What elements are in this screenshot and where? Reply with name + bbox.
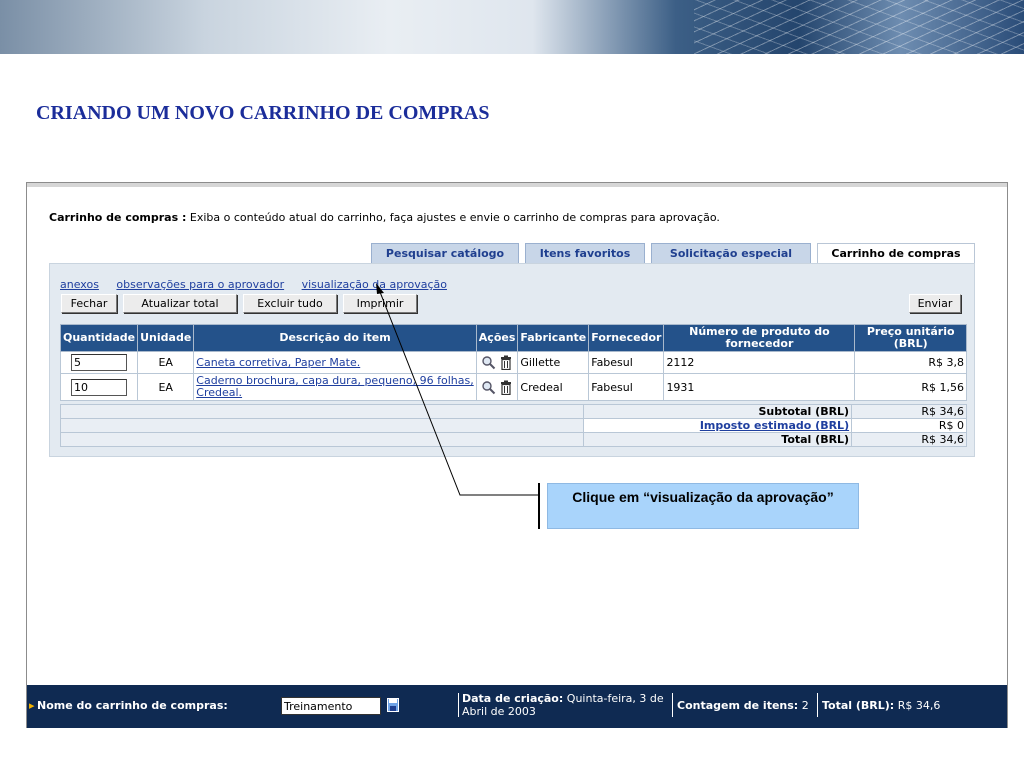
callout-pointer-line [376,283,540,496]
callout-box: Clique em “visualização da aprovação” [547,483,859,529]
callout-text: Clique em “visualização da aprovação” [572,489,834,505]
callout-bracket [538,483,540,529]
